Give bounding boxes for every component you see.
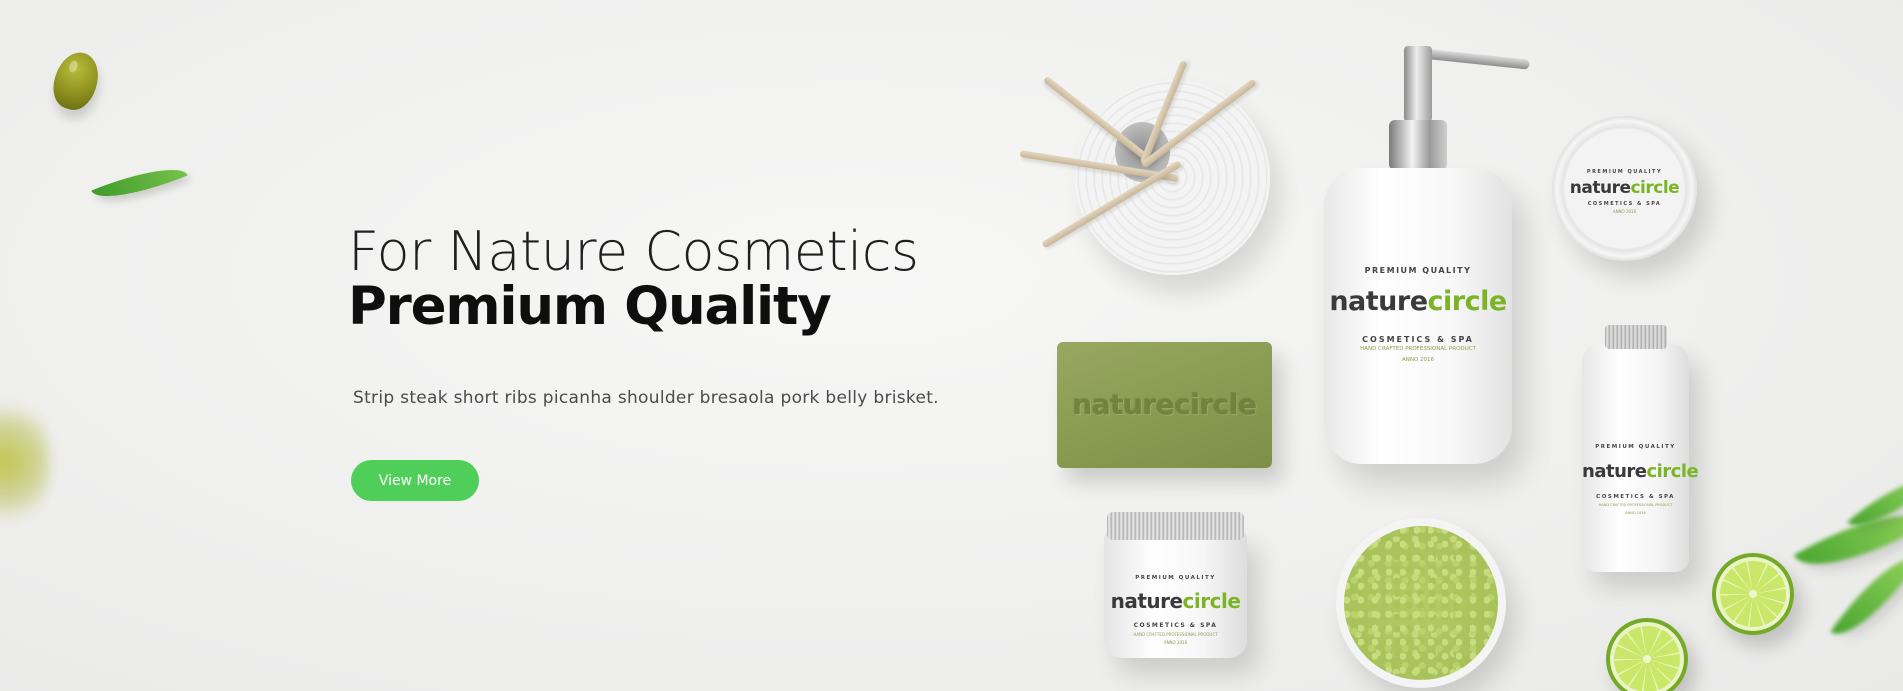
jar-subtagline: HAND CRAFTED PROFESSIONAL PRODUCT xyxy=(1133,632,1218,637)
olive-icon xyxy=(47,46,105,116)
leaf-icon xyxy=(91,155,188,211)
small-bottle-anno: ANNO 2016 xyxy=(1625,511,1646,515)
tin-premium-label: PREMIUM QUALITY xyxy=(1586,169,1663,175)
soap-brand-logo: naturecircle xyxy=(1072,388,1257,421)
tin-tagline: COSMETICS & SPA xyxy=(1587,201,1662,207)
tin-brand-logo: naturecircle xyxy=(1569,178,1680,198)
jar-tagline: COSMETICS & SPA xyxy=(1133,622,1218,629)
lime-icon xyxy=(1712,553,1794,635)
small-bottle-premium-label: PREMIUM QUALITY xyxy=(1595,444,1676,450)
blurred-olive-icon xyxy=(0,392,50,532)
lime-icon xyxy=(1606,618,1688,691)
small-bottle-tagline: COSMETICS & SPA xyxy=(1596,494,1675,500)
bottle-brand-logo: naturecircle xyxy=(1329,286,1507,317)
hero-title: Premium Quality xyxy=(348,276,832,337)
pump-stem xyxy=(1404,46,1432,122)
small-bottle-cap xyxy=(1605,325,1667,349)
hero-subtitle: For Nature Cosmetics xyxy=(348,220,919,283)
bottle-tagline: COSMETICS & SPA xyxy=(1362,335,1474,344)
jar-brand-logo: naturecircle xyxy=(1110,589,1241,613)
jar-premium-label: PREMIUM QUALITY xyxy=(1135,575,1216,581)
jar-lid xyxy=(1107,512,1244,540)
pump-spout xyxy=(1417,48,1530,70)
bath-salt xyxy=(1344,526,1498,680)
view-more-button[interactable]: View More xyxy=(351,460,479,501)
bottle-premium-label: PREMIUM QUALITY xyxy=(1364,266,1472,275)
hero-description: Strip steak short ribs picanha shoulder … xyxy=(353,388,939,408)
small-bottle-brand-logo: naturecircle xyxy=(1582,461,1699,482)
tin-anno: ANNO 2016 xyxy=(1612,209,1637,214)
pump-collar xyxy=(1389,120,1447,170)
hero-banner: For Nature Cosmetics Premium Quality Str… xyxy=(0,0,1903,691)
bottle-subtagline: HAND CRAFTED PROFESSIONAL PRODUCT xyxy=(1360,346,1476,352)
small-bottle-subtagline: HAND CRAFTED PROFESSIONAL PRODUCT xyxy=(1598,503,1673,507)
bottle-anno: ANNO 2016 xyxy=(1401,357,1435,363)
small-bottle-image xyxy=(1582,344,1689,572)
jar-anno: ANNO 2016 xyxy=(1163,640,1188,645)
